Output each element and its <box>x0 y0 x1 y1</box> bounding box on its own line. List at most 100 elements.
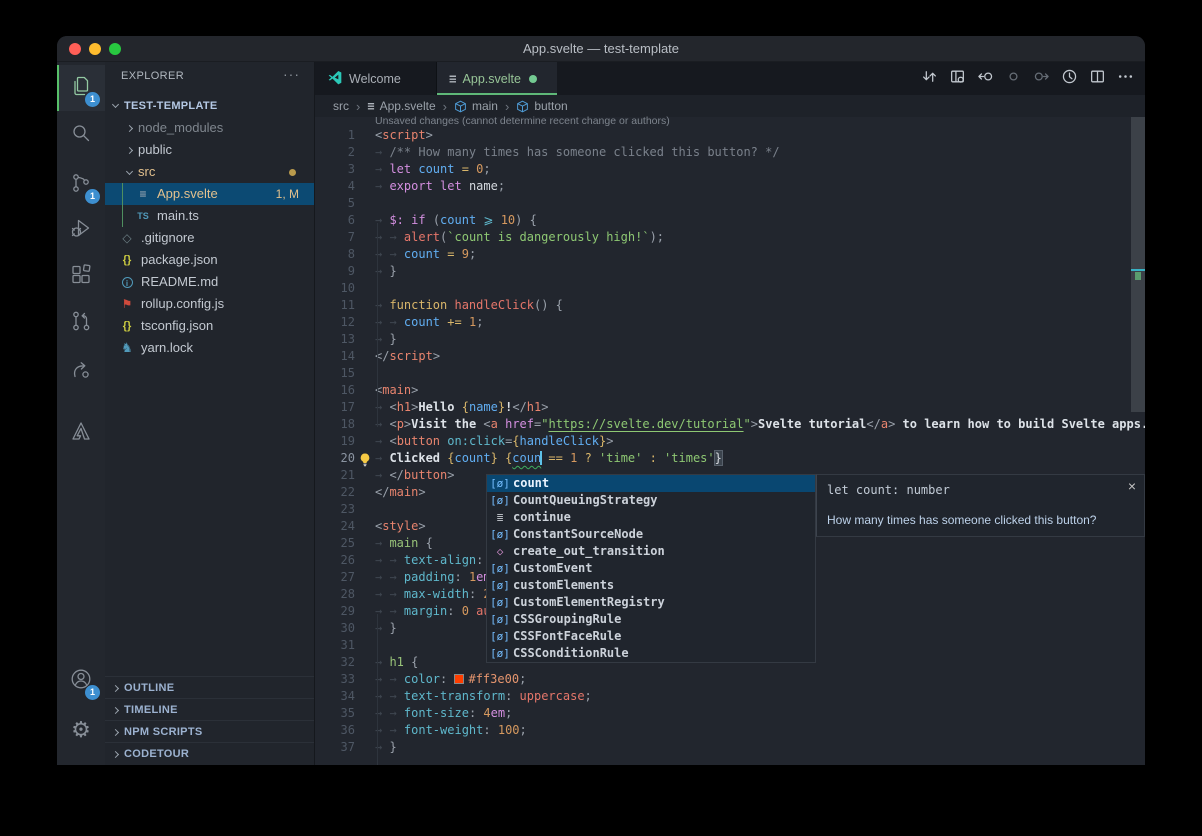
code-line-19[interactable]: 19→ <button on:click={handleClick}> <box>315 433 1145 450</box>
activity-item-explorer[interactable]: 1 <box>57 65 105 111</box>
code-editor[interactable]: Unsaved changes (cannot determine recent… <box>315 115 1145 765</box>
suggestion-cssgroupingrule[interactable]: [ø]CSSGroupingRule <box>487 611 815 628</box>
code-line-9[interactable]: 9→ } <box>315 263 1145 280</box>
previous-change-icon <box>977 68 994 90</box>
activity-item-run-debug[interactable] <box>57 207 105 253</box>
code-line-7[interactable]: 7→ → alert(`count is dangerously high!`)… <box>315 229 1145 246</box>
line-number: 12 <box>315 314 355 331</box>
suggestion-constantsourcenode[interactable]: [ø]ConstantSourceNode <box>487 526 815 543</box>
toolbar-next-change[interactable] <box>1027 67 1055 91</box>
code-line-36[interactable]: 36→ → font-weight: 100; <box>315 722 1145 739</box>
code-line-37[interactable]: 37→ } <box>315 739 1145 756</box>
tree-item-main-ts[interactable]: TSmain.ts <box>105 205 314 227</box>
code-line-10[interactable]: 10 <box>315 280 1145 297</box>
editor-toolbar <box>915 62 1139 95</box>
code-line-13[interactable]: 13→ } <box>315 331 1145 348</box>
tree-item-package-json[interactable]: {}package.json <box>105 249 314 271</box>
tree-item-src[interactable]: src <box>105 161 314 183</box>
suggestion-cssconditionrule[interactable]: [ø]CSSConditionRule <box>487 645 815 662</box>
activity-item-settings[interactable]: ⚙ <box>57 708 105 754</box>
suggestion-cssfontfacerule[interactable]: [ø]CSSFontFaceRule <box>487 628 815 645</box>
breadcrumb-item-app-svelte[interactable]: ≡App.svelte <box>367 99 435 113</box>
tree-item-public[interactable]: public <box>105 139 314 161</box>
section-codetour[interactable]: CODETOUR <box>105 742 314 764</box>
code-line-17[interactable]: 17→ <h1>Hello {name}!</h1> <box>315 399 1145 416</box>
toolbar-file-history[interactable] <box>1055 67 1083 91</box>
toolbar-change-marker[interactable] <box>999 67 1027 91</box>
activity-item-accounts[interactable]: 1 <box>57 658 105 704</box>
activity-item-extensions[interactable] <box>57 254 105 300</box>
tree-item-node-modules[interactable]: node_modules <box>105 117 314 139</box>
close-icon[interactable]: × <box>1128 478 1136 494</box>
lightbulb-icon[interactable] <box>357 452 373 468</box>
chevron-down-icon <box>126 167 133 174</box>
tree-item-readme-md[interactable]: iREADME.md <box>105 271 314 293</box>
toolbar-previous-change[interactable] <box>971 67 999 91</box>
activity-item-github-pull-requests[interactable] <box>57 300 105 346</box>
code-line-34[interactable]: 34→ → text-transform: uppercase; <box>315 688 1145 705</box>
line-number: 5 <box>315 195 355 212</box>
toolbar-split-editor[interactable] <box>1083 67 1111 91</box>
code-line-33[interactable]: 33→ → color: #ff3e00; <box>315 671 1145 688</box>
line-content: → } <box>375 263 397 280</box>
explorer-more-actions-icon[interactable]: ··· <box>283 66 300 82</box>
code-line-5[interactable]: 5 <box>315 195 1145 212</box>
code-line-3[interactable]: 3→ let count = 0; <box>315 161 1145 178</box>
debug-icon <box>69 216 93 245</box>
tree-item-app-svelte[interactable]: ≡App.svelte1, M <box>105 183 314 205</box>
suggestion-count[interactable]: [ø]count <box>487 475 815 492</box>
circle-icon <box>1005 68 1022 90</box>
section-timeline[interactable]: TIMELINE <box>105 698 314 720</box>
suggestion-countqueuingstrategy[interactable]: [ø]CountQueuingStrategy <box>487 492 815 509</box>
activity-item-search[interactable] <box>57 112 105 158</box>
breadcrumb-item-button[interactable]: button <box>516 99 567 113</box>
section-outline[interactable]: OUTLINE <box>105 676 314 698</box>
code-line-6[interactable]: 6→ $: if (count ⩾ 10) { <box>315 212 1145 229</box>
tree-item-yarn-lock[interactable]: ♞yarn.lock <box>105 337 314 359</box>
editor-scrollbar[interactable] <box>1131 117 1145 412</box>
suggestion-continue[interactable]: ≣continue <box>487 509 815 526</box>
suggestion-label: customElements <box>513 577 614 594</box>
code-line-35[interactable]: 35→ → font-size: 4em; <box>315 705 1145 722</box>
section-npm-scripts[interactable]: NPM SCRIPTS <box>105 720 314 742</box>
suggestion-customelements[interactable]: [ø]customElements <box>487 577 815 594</box>
code-line-1[interactable]: 1<script> <box>315 127 1145 144</box>
workspace-root-folder[interactable]: TEST-TEMPLATE <box>105 95 314 117</box>
line-number: 16 <box>315 382 355 399</box>
tree-indent-guide <box>122 183 123 227</box>
code-line-18[interactable]: 18→ <p>Visit the <a href="https://svelte… <box>315 416 1145 433</box>
line-number: 10 <box>315 280 355 297</box>
tree-item--gitignore[interactable]: ◇.gitignore <box>105 227 314 249</box>
symbol-variable-icon: [ø] <box>487 492 513 509</box>
activity-item-live-share[interactable] <box>57 349 105 395</box>
codelens-unsaved-changes[interactable]: Unsaved changes (cannot determine recent… <box>375 115 1145 127</box>
code-line-14[interactable]: 14</script> <box>315 348 1145 365</box>
code-line-11[interactable]: 11→ function handleClick() { <box>315 297 1145 314</box>
title-bar: App.svelte — test-template <box>57 36 1145 62</box>
breadcrumb-item-main[interactable]: main <box>454 99 498 113</box>
suggestion-customelementregistry[interactable]: [ø]CustomElementRegistry <box>487 594 815 611</box>
toolbar-open-preview[interactable] <box>943 67 971 91</box>
sidebar-title: EXPLORER <box>121 70 184 82</box>
tab-app-svelte[interactable]: ≡ App.svelte <box>437 62 557 95</box>
code-line-4[interactable]: 4→ export let name; <box>315 178 1145 195</box>
code-line-8[interactable]: 8→ → count = 9; <box>315 246 1145 263</box>
badge: 1 <box>85 189 100 204</box>
suggestion-customevent[interactable]: [ø]CustomEvent <box>487 560 815 577</box>
code-line-2[interactable]: 2→ /** How many times has someone clicke… <box>315 144 1145 161</box>
line-number: 35 <box>315 705 355 722</box>
activity-item-source-control[interactable]: 1 <box>57 162 105 208</box>
code-line-12[interactable]: 12→ → count += 1; <box>315 314 1145 331</box>
code-line-15[interactable]: 15 <box>315 365 1145 382</box>
toolbar-open-changes[interactable] <box>915 67 943 91</box>
tree-item-rollup-config-js[interactable]: ⚑rollup.config.js <box>105 293 314 315</box>
suggestion-create_out_transition[interactable]: ◇create_out_transition <box>487 543 815 560</box>
breadcrumb-item-src[interactable]: src <box>333 99 349 113</box>
toolbar-more-actions[interactable] <box>1111 67 1139 91</box>
tree-item-tsconfig-json[interactable]: {}tsconfig.json <box>105 315 314 337</box>
code-line-20[interactable]: 20→ Clicked {count} {coun == 1 ? 'time' … <box>315 450 1145 467</box>
tab-welcome[interactable]: Welcome <box>315 62 437 95</box>
line-content: <script> <box>375 127 433 144</box>
code-line-16[interactable]: 16<main> <box>315 382 1145 399</box>
activity-item-azure[interactable] <box>57 410 105 456</box>
